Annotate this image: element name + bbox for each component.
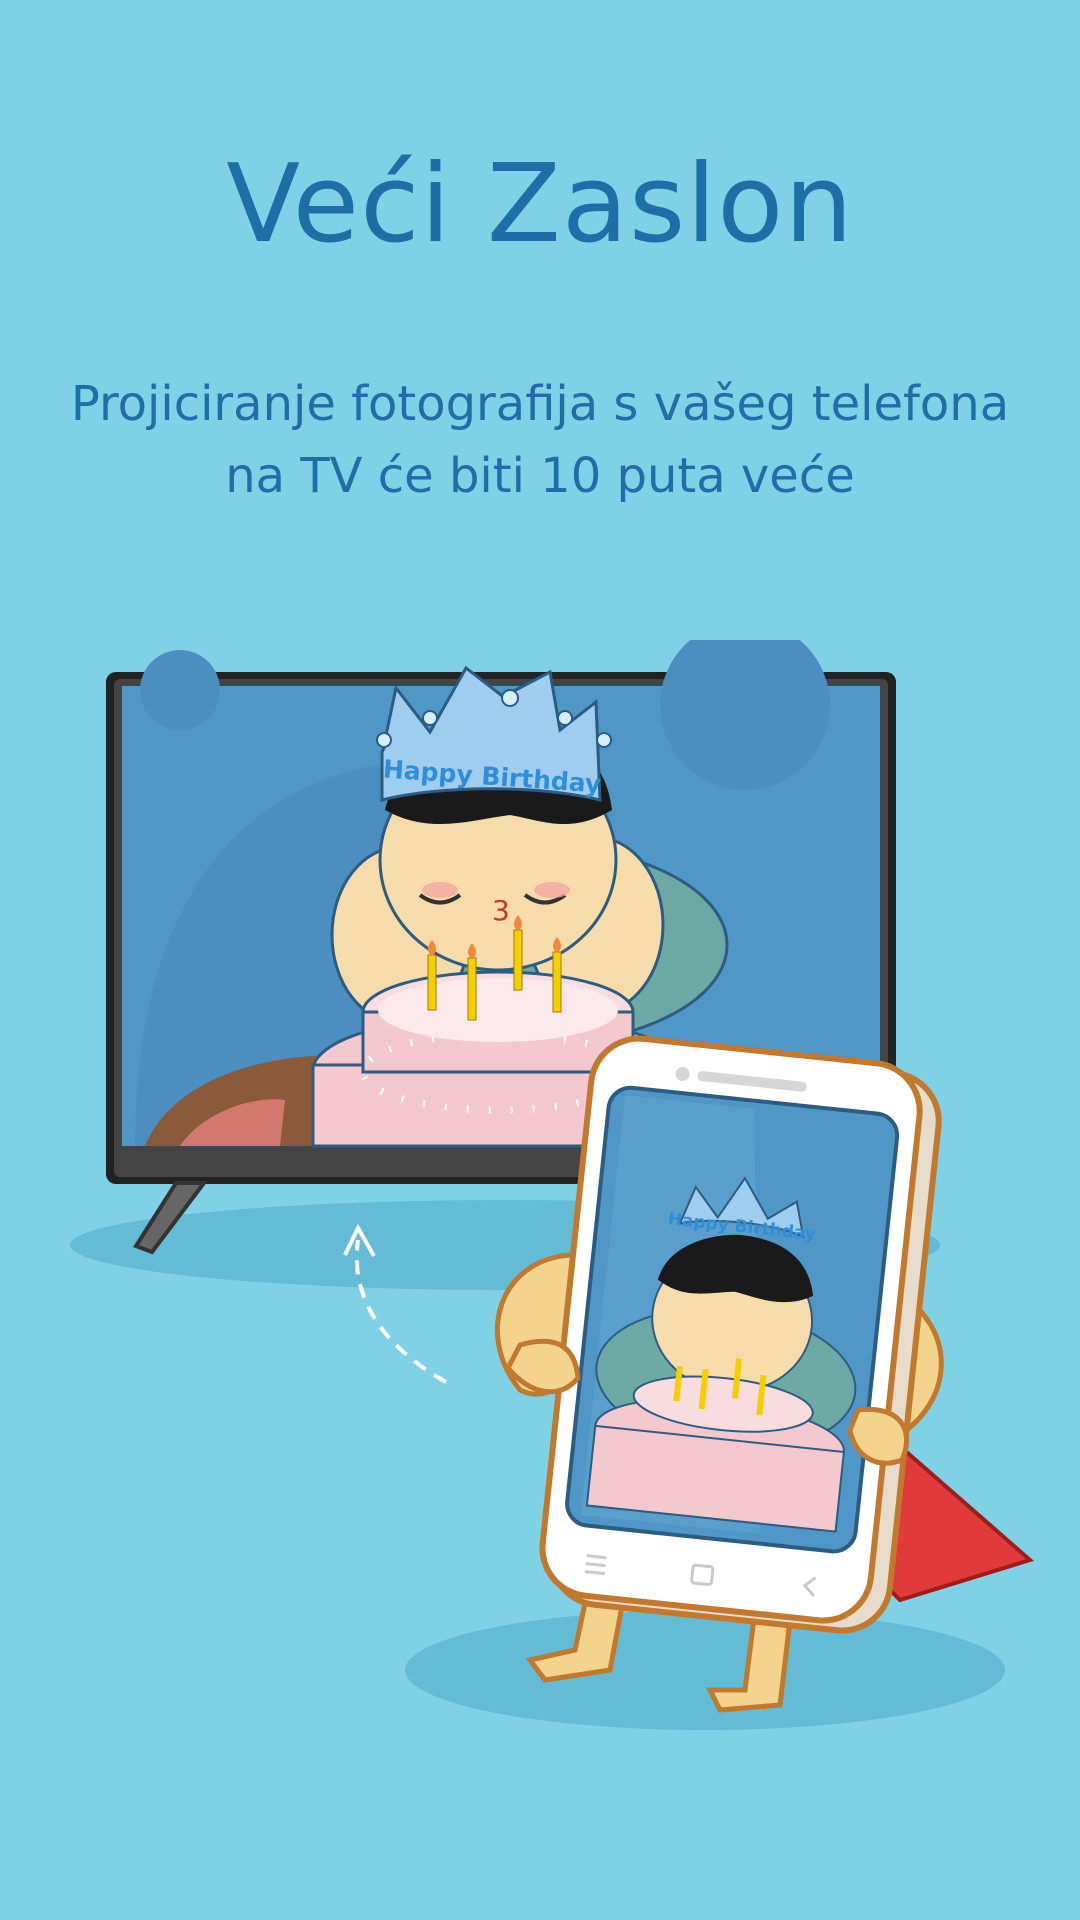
illustration: 3 Happy Birthday Happy Birthday	[70, 640, 1035, 1730]
subtitle: Projiciranje fotografija s vašeg telefon…	[60, 368, 1020, 512]
page-title: Veći Zaslon	[226, 142, 854, 267]
subtitle-line-1: Projiciranje fotografija s vašeg telefon…	[70, 376, 1010, 432]
phone-shadow	[405, 1610, 1005, 1730]
svg-text:3: 3	[492, 894, 510, 927]
subtitle-line-2: na TV će biti 10 puta veće	[225, 448, 855, 504]
